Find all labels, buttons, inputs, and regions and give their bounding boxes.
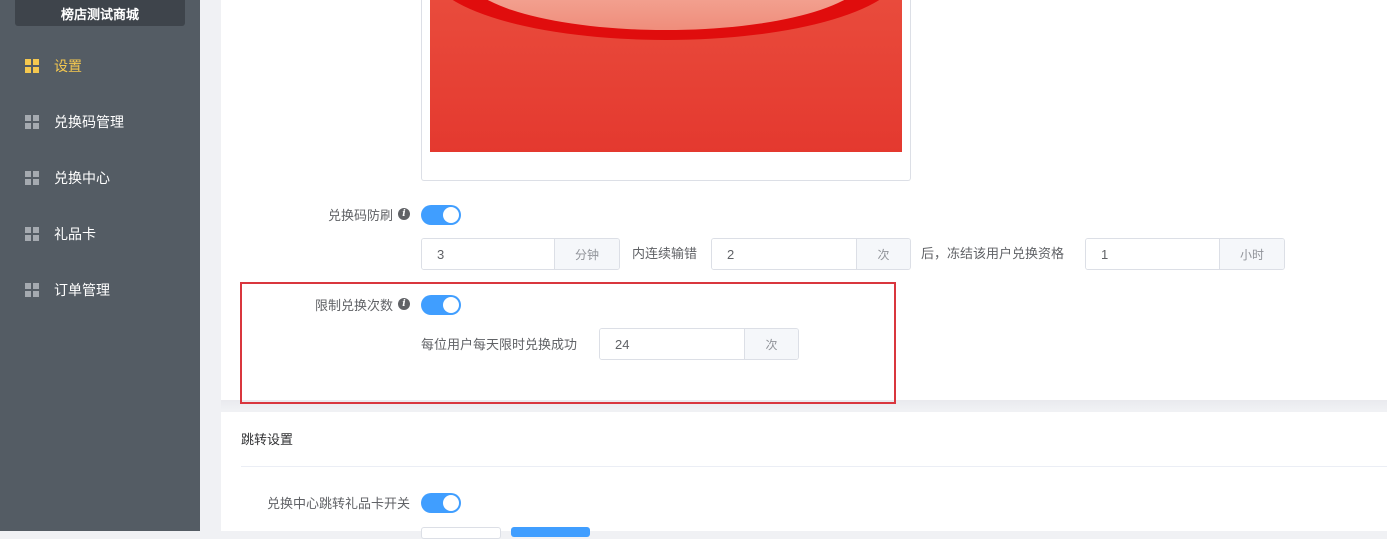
sidebar-item-label: 兑换码管理 <box>54 114 124 130</box>
freeze-hours-unit: 小时 <box>1219 239 1284 269</box>
save-button[interactable] <box>511 527 590 537</box>
image-preview[interactable] <box>421 0 911 181</box>
minutes-unit: 分钟 <box>554 239 619 269</box>
jump-toggle-label: 兑换中心跳转礼品卡开关 <box>266 495 410 511</box>
section-title: 跳转设置 <box>241 432 294 447</box>
grid-icon <box>25 283 39 297</box>
anti-brush-toggle[interactable] <box>421 205 461 225</box>
sidebar-item-exchange-center[interactable]: 兑换中心 <box>0 150 200 206</box>
anti-brush-label-row: 兑换码防刷 i <box>220 204 410 224</box>
jump-settings-panel <box>221 412 1387 531</box>
grid-icon <box>25 59 39 73</box>
sidebar-item-gift-card[interactable]: 礼品卡 <box>0 206 200 262</box>
store-name-button[interactable]: 榜店测试商城 <box>15 0 185 26</box>
anti-brush-text-mid: 内连续输错 <box>632 246 698 261</box>
sidebar-item-orders[interactable]: 订单管理 <box>0 262 200 318</box>
grid-icon <box>25 171 39 185</box>
jump-toggle[interactable] <box>421 493 461 513</box>
jump-toggle-label-row: 兑换中心跳转礼品卡开关 <box>220 492 410 512</box>
minutes-value[interactable]: 3 <box>422 239 554 269</box>
error-times-unit: 次 <box>856 239 910 269</box>
anti-brush-text-after: 后，冻结该用户兑换资格 <box>921 246 1065 261</box>
cancel-button[interactable] <box>421 527 501 539</box>
grid-icon <box>25 115 39 129</box>
error-times-value[interactable]: 2 <box>712 239 856 269</box>
sidebar-item-code-management[interactable]: 兑换码管理 <box>0 94 200 150</box>
grid-icon <box>25 227 39 241</box>
sidebar-item-label: 礼品卡 <box>54 226 96 242</box>
freeze-hours-input[interactable]: 1 小时 <box>1085 238 1285 270</box>
freeze-hours-value[interactable]: 1 <box>1086 239 1219 269</box>
error-times-input[interactable]: 2 次 <box>711 238 911 270</box>
sidebar-item-settings[interactable]: 设置 <box>0 38 200 94</box>
sidebar: 榜店测试商城 设置 兑换码管理 兑换中心 礼品卡 订单管理 <box>0 0 200 531</box>
sidebar-item-label: 兑换中心 <box>54 170 110 186</box>
info-icon[interactable]: i <box>398 208 410 220</box>
highlight-box <box>240 282 896 404</box>
banner-image <box>430 0 902 152</box>
sidebar-item-label: 订单管理 <box>54 282 110 298</box>
sidebar-item-label: 设置 <box>54 58 82 74</box>
minutes-input[interactable]: 3 分钟 <box>421 238 620 270</box>
anti-brush-label: 兑换码防刷 <box>327 207 393 223</box>
section-divider <box>241 466 1387 467</box>
